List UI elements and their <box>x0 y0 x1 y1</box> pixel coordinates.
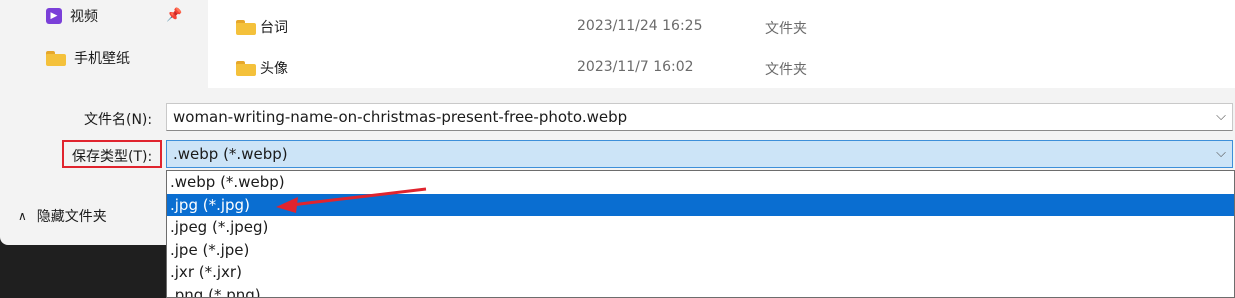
file-list: 台词 2023/11/24 16:25 文件夹 头像 2023/11/7 16:… <box>208 0 1235 88</box>
filename-value: woman-writing-name-on-christmas-present-… <box>173 108 628 126</box>
file-name: 台词 <box>260 20 288 36</box>
filename-label: 文件名(N): <box>84 112 153 128</box>
nav-item-label: 手机壁纸 <box>74 51 130 67</box>
folder-icon <box>236 60 256 76</box>
file-row[interactable]: 头像 2023/11/7 16:02 文件夹 <box>208 50 1235 84</box>
nav-item-label: 视频 <box>70 9 98 25</box>
file-date: 2023/11/24 16:25 <box>577 18 703 34</box>
chevron-down-icon[interactable]: ⌵ <box>1216 109 1226 124</box>
annotation-arrow-icon <box>276 187 427 213</box>
folder-icon <box>236 19 256 35</box>
hide-folders-label: 隐藏文件夹 <box>36 209 107 225</box>
filename-input[interactable]: woman-writing-name-on-christmas-present-… <box>166 103 1233 131</box>
hide-folders-button[interactable]: ∧ 隐藏文件夹 <box>18 206 107 226</box>
navigation-pane: ▶ 视频 📌 手机壁纸 <box>0 0 200 88</box>
file-type: 文件夹 <box>765 62 807 78</box>
file-name: 头像 <box>260 61 288 77</box>
annotation-highlight-box <box>62 140 162 168</box>
chevron-up-icon: ∧ <box>18 209 27 223</box>
nav-item-phone-wallpaper[interactable]: 手机壁纸 <box>46 46 130 70</box>
dropdown-option[interactable]: .png (*.png) <box>167 284 1234 298</box>
folder-icon <box>46 50 66 66</box>
savetype-value: .webp (*.webp) <box>173 145 288 163</box>
dropdown-option[interactable]: .jxr (*.jxr) <box>167 261 1234 284</box>
file-row[interactable]: 台词 2023/11/24 16:25 文件夹 <box>208 9 1235 43</box>
dropdown-option[interactable]: .jpe (*.jpe) <box>167 239 1234 262</box>
file-date: 2023/11/7 16:02 <box>577 59 694 75</box>
file-type: 文件夹 <box>765 21 807 37</box>
savetype-select[interactable]: .webp (*.webp) ⌵ <box>166 140 1233 168</box>
chevron-down-icon[interactable]: ⌵ <box>1216 146 1226 161</box>
pin-icon: 📌 <box>166 8 183 23</box>
nav-item-videos[interactable]: ▶ 视频 <box>46 4 98 28</box>
dropdown-option[interactable]: .jpeg (*.jpeg) <box>167 216 1234 239</box>
video-icon: ▶ <box>46 8 62 24</box>
